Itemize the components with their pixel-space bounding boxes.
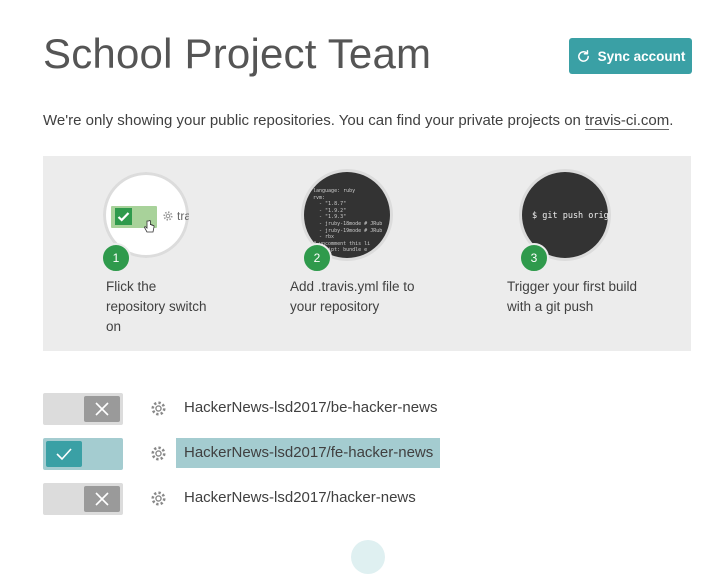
code-line: rvm: — [313, 194, 326, 201]
code-line: - "1.9.3" — [313, 214, 347, 221]
cursor-hand-icon — [144, 220, 155, 233]
code-line: - rbx — [313, 234, 335, 241]
toggle-on-check-icon — [46, 441, 82, 467]
notice-suffix: . — [669, 112, 674, 129]
checkbox-icon — [115, 208, 132, 225]
repo-toggle-hacker-news[interactable] — [43, 483, 123, 515]
repo-row: HackerNews-lsd2017/fe-hacker-news — [43, 438, 683, 470]
step-1-text: Flick the repository switch on — [106, 279, 207, 334]
repo-settings-gear-icon[interactable] — [150, 490, 167, 507]
code-line: - "1.9.2" — [313, 207, 347, 214]
repo-name-link[interactable]: HackerNews-lsd2017/be-hacker-news — [184, 399, 437, 416]
toggle-off-x-icon — [84, 396, 120, 422]
repo-settings-gear-icon[interactable] — [150, 400, 167, 417]
getting-started-panel: tra 1 Flick the repository switch on lan… — [43, 156, 691, 351]
code-line: - jruby-18mode # JRub — [313, 220, 383, 227]
sync-account-label: Sync account — [597, 48, 686, 64]
step-2-text: Add .travis.yml file to your repository — [290, 279, 415, 314]
page-title: School Project Team — [43, 30, 432, 77]
step-3-badge: 3 — [519, 243, 549, 273]
step-3-text: Trigger your first build with a git push — [507, 279, 638, 314]
notice-text: We're only showing your public repositor… — [43, 112, 586, 129]
travis-ci-com-link[interactable]: travis-ci.com — [585, 112, 670, 130]
public-repos-notice: We're only showing your public repositor… — [43, 112, 674, 130]
repo-settings-gear-icon[interactable] — [150, 445, 167, 462]
repo-name-link[interactable]: HackerNews-lsd2017/hacker-news — [184, 489, 416, 506]
sync-icon — [577, 49, 589, 62]
repo-toggle-be-hacker-news[interactable] — [43, 393, 123, 425]
step-1-badge: 1 — [101, 243, 131, 273]
gear-icon — [163, 211, 173, 221]
repo-row: HackerNews-lsd2017/be-hacker-news — [43, 393, 683, 425]
loading-spinner — [351, 540, 385, 574]
sync-account-button[interactable]: Sync account — [569, 38, 692, 74]
git-push-command: $ git push origin — [532, 211, 608, 221]
code-line: language: ruby — [313, 188, 356, 194]
code-line: - "1.8.7" — [313, 201, 347, 208]
repo-name-link[interactable]: HackerNews-lsd2017/fe-hacker-news — [176, 438, 440, 468]
toggle-off-x-icon — [84, 486, 120, 512]
step-2-badge: 2 — [302, 243, 332, 273]
repo-toggle-fe-hacker-news[interactable] — [43, 438, 123, 470]
illustration-repo-text: tra — [177, 209, 189, 223]
code-line: - jruby-19mode # JRub — [313, 227, 383, 234]
repo-row: HackerNews-lsd2017/hacker-news — [43, 483, 683, 515]
